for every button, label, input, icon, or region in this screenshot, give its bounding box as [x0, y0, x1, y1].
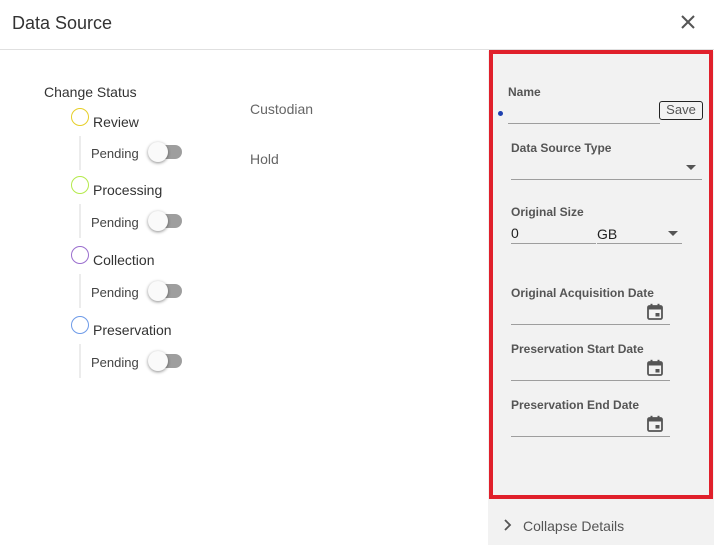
original-size-underline: [511, 243, 596, 244]
stage-connector: [79, 204, 81, 238]
data-source-type-label: Data Source Type: [511, 141, 612, 155]
name-input[interactable]: [508, 104, 656, 122]
processing-status-ring-icon: [71, 176, 89, 194]
save-button[interactable]: Save: [659, 101, 703, 120]
stage-state-processing: Pending: [91, 215, 139, 230]
size-unit-underline: [597, 243, 682, 244]
dialog-header: Data Source: [0, 0, 714, 50]
toggle-knob: [148, 142, 168, 162]
collection-toggle[interactable]: [148, 281, 184, 301]
calendar-icon[interactable]: [646, 359, 664, 377]
custodian-label: Custodian: [250, 101, 314, 117]
stage-connector: [79, 344, 81, 378]
data-source-type-select[interactable]: [511, 160, 681, 178]
stage-connector: [79, 136, 81, 170]
preservation-start-label: Preservation Start Date: [511, 342, 644, 356]
collapse-details-label: Collapse Details: [523, 518, 625, 534]
data-source-type-underline: [511, 179, 702, 180]
stage-state-collection: Pending: [91, 285, 139, 300]
acquisition-date-label: Original Acquisition Date: [511, 286, 654, 300]
stage-label-preservation: Preservation: [93, 322, 172, 338]
toggle-knob: [148, 281, 168, 301]
preservation-status-ring-icon: [71, 316, 89, 334]
original-size-label: Original Size: [511, 205, 584, 219]
status-section: Change Status Review Pending Processing …: [0, 51, 488, 545]
stage-label-collection: Collection: [93, 252, 155, 268]
calendar-icon[interactable]: [646, 303, 664, 321]
preservation-start-underline: [511, 380, 670, 381]
stage-label-review: Review: [93, 114, 139, 130]
acquisition-date-underline: [511, 324, 670, 325]
name-underline: [508, 123, 660, 124]
name-label: Name: [508, 85, 541, 99]
collection-status-ring-icon: [71, 246, 89, 264]
original-size-input[interactable]: 0: [511, 225, 519, 241]
stage-connector: [79, 274, 81, 308]
collapse-details-button[interactable]: Collapse Details: [488, 505, 714, 545]
toggle-knob: [148, 351, 168, 371]
stage-state-review: Pending: [91, 146, 139, 161]
preservation-end-underline: [511, 436, 670, 437]
chevron-right-icon: [504, 519, 512, 531]
review-status-ring-icon: [71, 108, 89, 126]
calendar-icon[interactable]: [646, 415, 664, 433]
change-status-heading: Change Status: [44, 84, 137, 100]
review-toggle[interactable]: [148, 142, 184, 162]
preservation-toggle[interactable]: [148, 351, 184, 371]
chevron-down-icon[interactable]: [668, 231, 678, 236]
close-icon[interactable]: [678, 12, 698, 32]
stage-label-processing: Processing: [93, 182, 163, 198]
dialog-title: Data Source: [12, 13, 113, 33]
processing-toggle[interactable]: [148, 211, 184, 231]
focus-indicator: [498, 111, 503, 116]
size-unit-select[interactable]: GB: [597, 226, 617, 242]
stage-state-preservation: Pending: [91, 355, 139, 370]
hold-label: Hold: [250, 151, 279, 167]
preservation-end-label: Preservation End Date: [511, 398, 640, 412]
chevron-down-icon[interactable]: [686, 165, 696, 170]
toggle-knob: [148, 211, 168, 231]
